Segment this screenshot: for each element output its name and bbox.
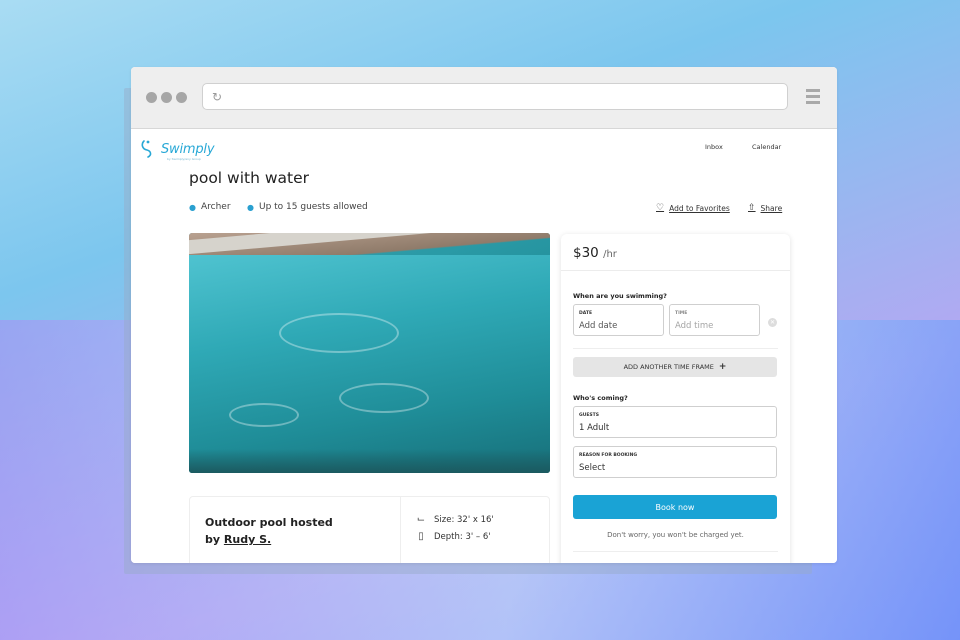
swimply-logo[interactable]: Swimply by Swimply/any Group [139,138,219,164]
host-title-prefix: by [205,533,221,546]
divider [573,348,778,349]
browser-window: ↻ Swimply by Swimply/any Group Inbox Cal… [131,67,837,563]
divider [573,551,778,552]
pool-photo[interactable] [189,233,550,473]
listing-title: pool with water [189,169,310,187]
nav-inbox-link[interactable]: Inbox [705,143,723,151]
clear-time-icon[interactable]: ✕ [768,318,777,327]
nav-calendar-link[interactable]: Calendar [752,143,781,151]
water-ripple [339,383,429,413]
date-placeholder: Add date [579,321,618,331]
browser-menu-button[interactable] [801,85,825,109]
reason-caption: REASON FOR BOOKING [579,453,638,458]
price-unit: /hr [603,249,617,260]
menu-icon-bar [806,101,820,104]
share-button[interactable]: ⇧ Share [748,203,782,213]
menu-icon [806,89,820,92]
host-title-line1: Outdoor pool hosted [205,516,333,529]
pool-depth: ▯ Depth: 3' – 6' [416,531,491,542]
logo-tagline: by Swimply/any Group [167,157,201,161]
plus-icon: + [718,362,727,372]
guests-caption: GUESTS [579,413,599,418]
location-info: ● Archer [189,202,231,212]
who-label: Who's coming? [573,394,628,402]
heart-icon: ♡ [656,203,665,213]
add-to-favorites-button[interactable]: ♡ Add to Favorites [656,203,730,213]
logo-text: Swimply [161,142,215,157]
share-icon: ⇧ [748,203,756,213]
divider [561,270,790,271]
guest-capacity-text: Up to 15 guests allowed [258,202,368,212]
pool-depth-text: Depth: 3' – 6' [434,531,491,542]
guest-capacity-info: ● Up to 15 guests allowed [247,202,368,212]
water-ripple [229,403,299,427]
share-label: Share [760,203,783,213]
reason-value: Select [579,463,606,473]
pool-size: ⌙ Size: 32' x 16' [416,514,494,525]
guests-value: 1 Adult [579,423,610,433]
page-content: Swimply by Swimply/any Group Inbox Calen… [131,129,837,563]
price: $30 /hr [573,245,617,261]
guests-select[interactable]: GUESTS 1 Adult [573,406,777,438]
ruler-icon: ⌙ [416,514,426,525]
window-dot-3[interactable] [176,92,187,103]
when-label: When are you swimming? [573,292,667,300]
host-name-link[interactable]: Rudy S. [224,533,271,546]
add-time-frame-label: ADD ANOTHER TIME FRAME [623,363,714,371]
host-divider [400,497,401,563]
time-caption: TIME [675,311,688,316]
time-placeholder: Add time [675,321,714,331]
guests-icon: ● [247,202,254,212]
water-ripple [279,313,399,353]
add-time-frame-button[interactable]: ADD ANOTHER TIME FRAME + [573,357,777,377]
swimmer-icon [141,140,152,158]
pool-size-text: Size: 32' x 16' [434,514,494,525]
reason-select[interactable]: REASON FOR BOOKING Select [573,446,777,478]
date-field[interactable]: DATE Add date [573,304,664,336]
favorites-label: Add to Favorites [669,203,730,213]
host-title: Outdoor pool hosted by Rudy S. [205,514,333,548]
booking-panel: $30 /hr When are you swimming? DATE Add … [561,234,790,563]
price-amount: $30 [573,245,599,261]
address-bar[interactable]: ↻ [202,83,788,110]
charge-note: Don't worry, you won't be charged yet. [607,531,744,539]
pool-edge-shadow [189,449,550,473]
depth-icon: ▯ [418,531,424,542]
location-text: Archer [200,202,231,212]
map-pin-icon: ● [189,202,196,212]
browser-toolbar: ↻ [131,67,837,129]
menu-icon-bar [806,95,820,98]
reload-icon[interactable]: ↻ [212,90,226,104]
time-field[interactable]: TIME Add time [669,304,760,336]
window-dot-1[interactable] [146,92,157,103]
date-caption: DATE [579,311,593,316]
host-card: Outdoor pool hosted by Rudy S. ⌙ Size: 3… [189,496,550,563]
pool-water [189,255,550,473]
window-dot-2[interactable] [161,92,172,103]
book-now-button[interactable]: Book now [573,495,777,519]
